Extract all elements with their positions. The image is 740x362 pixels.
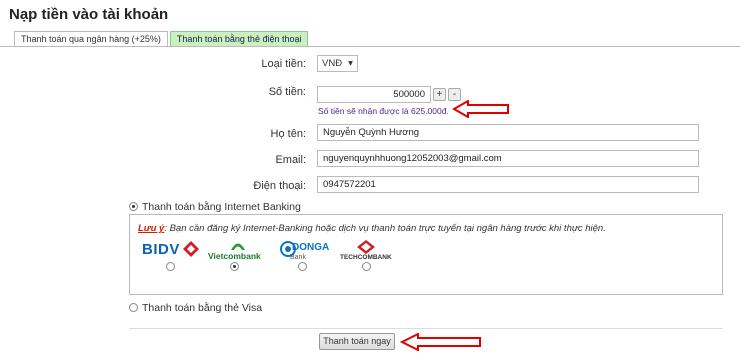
internet-banking-panel: Lưu ý: Bạn cần đăng ký Internet-Banking … bbox=[129, 214, 723, 295]
bank-donga[interactable]: DONGA Bank bbox=[280, 239, 330, 265]
email-label: Email: bbox=[275, 154, 306, 166]
bidv-logo: BIDV bbox=[142, 241, 180, 258]
bidv-logo-icon bbox=[183, 241, 199, 257]
bank-donga-radio[interactable] bbox=[298, 262, 307, 271]
vietcombank-logo: Vietcombank bbox=[208, 251, 261, 261]
currency-value: VNĐ bbox=[322, 58, 343, 69]
note-text: : Bạn cần đăng ký Internet-Banking hoặc … bbox=[164, 223, 606, 234]
page-title: Nạp tiền vào tài khoản bbox=[9, 6, 169, 23]
email-input[interactable]: nguyenquynhhuong12052003@gmail.com bbox=[317, 150, 699, 167]
internet-banking-radio[interactable] bbox=[129, 202, 138, 211]
annotation-arrow-icon bbox=[452, 100, 509, 118]
bank-vietcombank[interactable]: Vietcombank bbox=[208, 239, 268, 265]
phone-input[interactable]: 0947572201 bbox=[317, 176, 699, 193]
tab-bar: Thanh toán qua ngân hàng (+25%) Thanh to… bbox=[14, 31, 310, 47]
techcombank-logo-icon bbox=[357, 240, 375, 254]
name-input[interactable]: Nguyễn Quỳnh Hương bbox=[317, 124, 699, 141]
chevron-down-icon: ▾ bbox=[348, 58, 353, 69]
donga-bank-text: Bank bbox=[290, 254, 306, 261]
amount-input[interactable]: 500000 bbox=[317, 86, 431, 103]
visa-radio[interactable] bbox=[129, 303, 138, 312]
currency-select[interactable]: VNĐ ▾ bbox=[317, 55, 358, 72]
techcombank-logo: TECHCOMBANK bbox=[340, 254, 392, 261]
amount-hint: Số tiền sẽ nhận được là 625.000đ. bbox=[318, 106, 449, 116]
phone-label: Điện thoại: bbox=[253, 180, 306, 192]
payment-note: Lưu ý: Bạn cần đăng ký Internet-Banking … bbox=[138, 223, 606, 234]
bank-bidv-radio[interactable] bbox=[166, 262, 175, 271]
bank-techcombank-radio[interactable] bbox=[362, 262, 371, 271]
pay-now-button[interactable]: Thanh toán ngay bbox=[319, 333, 395, 350]
amount-increase-button[interactable]: + bbox=[433, 88, 446, 101]
bank-vietcombank-radio[interactable] bbox=[230, 262, 239, 271]
amount-label: Số tiền: bbox=[268, 86, 306, 98]
internet-banking-label: Thanh toán bằng Internet Banking bbox=[142, 201, 301, 213]
donga-logo: DONGA bbox=[292, 242, 330, 253]
tab-phone-card[interactable]: Thanh toán bằng thẻ điện thoại bbox=[169, 31, 309, 47]
name-label: Họ tên: bbox=[270, 128, 306, 140]
note-key: Lưu ý bbox=[138, 223, 165, 234]
divider bbox=[129, 328, 723, 329]
currency-label: Loại tiền: bbox=[261, 58, 306, 70]
tab-divider bbox=[0, 46, 740, 47]
vietcombank-logo-icon bbox=[231, 243, 245, 250]
tab-bank-transfer[interactable]: Thanh toán qua ngân hàng (+25%) bbox=[14, 31, 168, 47]
annotation-arrow-icon bbox=[400, 333, 481, 351]
visa-label: Thanh toán bằng thẻ Visa bbox=[142, 302, 263, 314]
